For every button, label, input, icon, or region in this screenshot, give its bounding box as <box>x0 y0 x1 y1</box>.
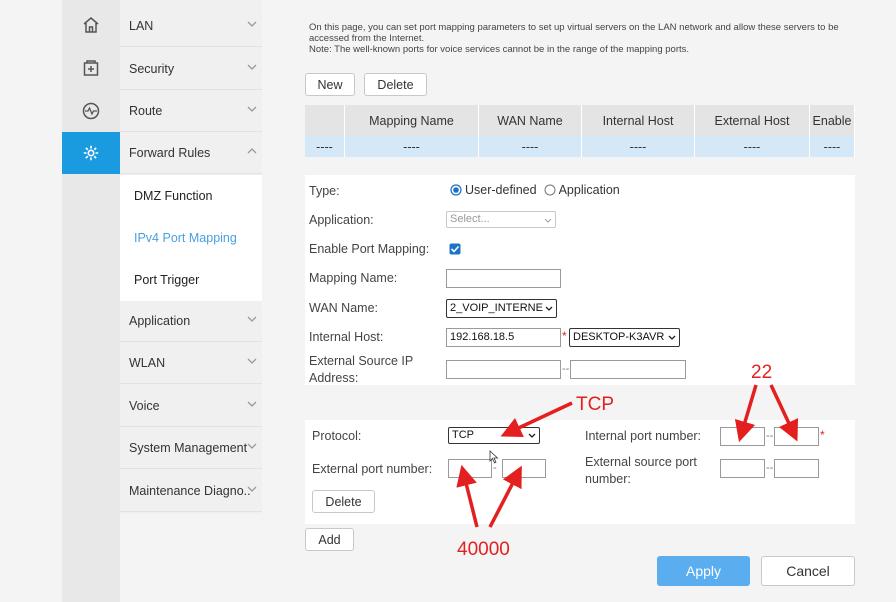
annotation-arrows <box>456 384 799 528</box>
arrow-to-protocol <box>500 401 573 438</box>
annotation-internal-port: 22 <box>751 362 773 383</box>
annotation-external-port: 40000 <box>457 539 510 560</box>
arrow-to-internal-port-start <box>734 384 758 443</box>
arrow-to-external-port-end <box>488 465 522 528</box>
arrow-to-external-port-start <box>456 464 479 528</box>
arrow-to-internal-port-end <box>769 384 799 442</box>
annotation-tcp: TCP <box>576 394 614 415</box>
mouse-cursor-icon <box>489 450 499 464</box>
